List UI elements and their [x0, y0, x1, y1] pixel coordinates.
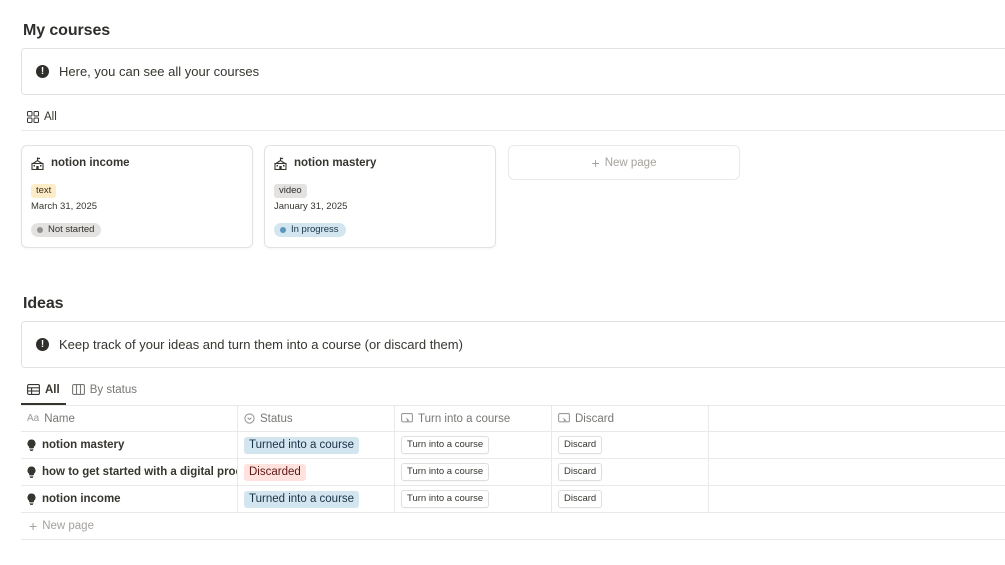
tab-all-gallery[interactable]: All: [21, 104, 63, 130]
course-type-tag: text: [31, 184, 57, 198]
plus-icon: +: [29, 518, 38, 534]
board-icon: [71, 384, 85, 395]
turn-cell: Turn into a course: [395, 459, 552, 485]
empty-cell: [709, 432, 1005, 458]
lightbulb-icon: [27, 493, 36, 505]
course-card-title: notion income: [51, 157, 130, 169]
turn-into-course-button[interactable]: Turn into a course: [401, 490, 490, 508]
tab-label: All: [45, 383, 60, 396]
empty-cell: [709, 486, 1005, 512]
gallery-icon: [27, 111, 39, 123]
discard-button[interactable]: Discard: [558, 463, 603, 481]
button-property-icon: [401, 413, 413, 423]
idea-name: how to get started with a digital produ: [42, 466, 238, 478]
status-property-icon: [244, 413, 255, 424]
courses-callout-text: Here, you can see all your courses: [59, 64, 260, 79]
table-row[interactable]: notion mastery Turned into a course Turn…: [21, 432, 1005, 459]
ideas-table: Aa Name Status Turn into a course Discar…: [21, 405, 1005, 540]
turn-cell: Turn into a course: [395, 432, 552, 458]
button-property-icon: [558, 413, 570, 423]
discard-button[interactable]: Discard: [558, 490, 603, 508]
turn-cell: Turn into a course: [395, 486, 552, 512]
column-header-label: Name: [44, 412, 75, 425]
course-date: January 31, 2025: [274, 201, 348, 212]
course-date: March 31, 2025: [31, 201, 98, 212]
ideas-section-title: Ideas: [23, 295, 64, 312]
column-header-empty: [709, 406, 1005, 431]
name-cell[interactable]: how to get started with a digital produ: [21, 459, 238, 485]
text-property-icon: Aa: [27, 413, 40, 424]
status-dot: [37, 227, 43, 233]
idea-name: notion mastery: [42, 439, 125, 451]
status-tag: Turned into a course: [244, 436, 360, 454]
name-cell[interactable]: notion mastery: [21, 432, 238, 458]
table-row[interactable]: how to get started with a digital produ …: [21, 459, 1005, 486]
tab-by-status[interactable]: By status: [66, 375, 143, 404]
lightbulb-icon: [27, 439, 36, 451]
discard-cell: Discard: [552, 486, 709, 512]
course-card-title: notion mastery: [294, 157, 377, 169]
turn-into-course-button[interactable]: Turn into a course: [401, 436, 490, 454]
status-cell[interactable]: Turned into a course: [238, 432, 395, 458]
ideas-view-tabs: All By status: [21, 375, 1005, 405]
status-cell[interactable]: Discarded: [238, 459, 395, 485]
new-page-row-button[interactable]: + New page: [21, 513, 1005, 540]
empty-cell: [709, 459, 1005, 485]
new-page-label: New page: [42, 520, 94, 532]
courses-section-title: My courses: [23, 22, 111, 39]
column-header-name[interactable]: Aa Name: [21, 406, 238, 431]
ideas-callout-text: Keep track of your ideas and turn them i…: [59, 337, 463, 352]
status-tag: Turned into a course: [244, 490, 360, 508]
school-icon: [274, 157, 287, 170]
status-badge: In progress: [274, 223, 346, 237]
tab-all-label: All: [44, 111, 57, 123]
course-card[interactable]: notion income text March 31, 2025 Not st…: [21, 145, 253, 248]
exclamation-icon: !: [36, 65, 49, 78]
discard-cell: Discard: [552, 459, 709, 485]
column-header-label: Discard: [575, 412, 614, 425]
exclamation-icon: !: [36, 338, 49, 351]
column-header-label: Turn into a course: [418, 412, 511, 425]
new-page-card-button[interactable]: + New page: [508, 145, 740, 180]
plus-icon: +: [591, 154, 600, 171]
column-header-status[interactable]: Status: [238, 406, 395, 431]
status-label: In progress: [291, 224, 339, 235]
table-row[interactable]: notion income Turned into a course Turn …: [21, 486, 1005, 513]
new-page-label: New page: [604, 156, 657, 169]
school-icon: [31, 157, 44, 170]
table-icon: [27, 384, 40, 395]
turn-into-course-button[interactable]: Turn into a course: [401, 463, 490, 481]
idea-name: notion income: [42, 493, 121, 505]
column-header-discard[interactable]: Discard: [552, 406, 709, 431]
tab-all-table[interactable]: All: [21, 375, 66, 405]
discard-button[interactable]: Discard: [558, 436, 603, 454]
status-dot: [280, 227, 286, 233]
courses-view-tabs: All: [21, 104, 1005, 131]
ideas-callout[interactable]: ! Keep track of your ideas and turn them…: [21, 321, 1005, 368]
tab-label: By status: [89, 383, 138, 396]
course-type-tag: video: [274, 184, 307, 198]
status-cell[interactable]: Turned into a course: [238, 486, 395, 512]
status-badge: Not started: [31, 223, 102, 237]
discard-cell: Discard: [552, 432, 709, 458]
column-header-turn[interactable]: Turn into a course: [395, 406, 552, 431]
name-cell[interactable]: notion income: [21, 486, 238, 512]
status-label: Not started: [48, 224, 95, 235]
status-tag: Discarded: [244, 463, 306, 481]
column-header-label: Status: [260, 412, 293, 425]
courses-callout[interactable]: ! Here, you can see all your courses: [21, 48, 1005, 95]
course-card[interactable]: notion mastery video January 31, 2025 In…: [264, 145, 496, 248]
table-header-row: Aa Name Status Turn into a course Discar…: [21, 405, 1005, 432]
lightbulb-icon: [27, 466, 36, 478]
